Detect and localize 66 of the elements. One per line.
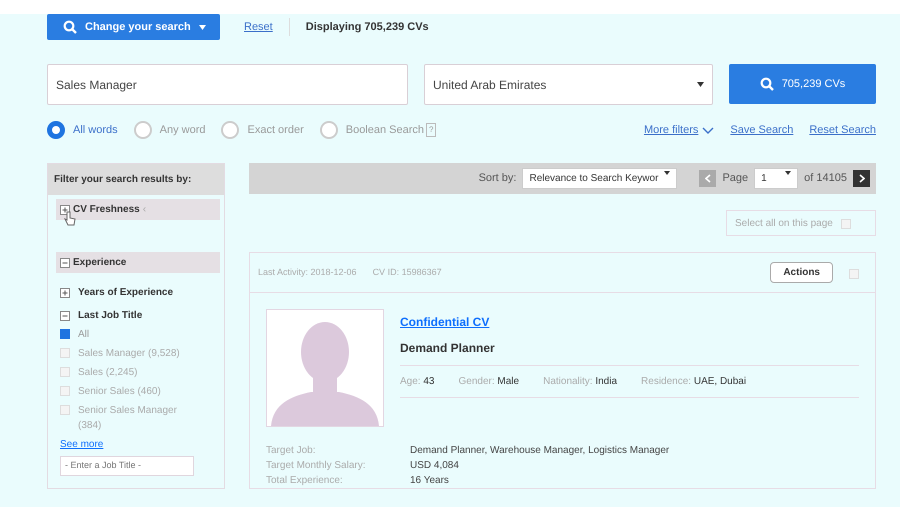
more-filters-link[interactable]: More filters [644,122,698,138]
search-button[interactable]: 705,239 CVs [729,64,876,104]
collapse-icon[interactable] [60,258,70,268]
reset-link[interactable]: Reset [244,18,273,36]
cv-id: CV ID: 15986367 [372,266,442,279]
expand-icon[interactable] [60,288,70,298]
page-select[interactable]: 1 [754,168,798,189]
actions-button[interactable]: Actions [770,262,833,283]
job-title-field[interactable]: - Enter a Job Title - [60,456,194,476]
cursor-icon [64,211,76,226]
search-link[interactable]: Reset Search [809,122,876,138]
detail-label: Target Monthly Salary: [266,459,366,473]
sort-label: Sort by: [478,171,516,186]
detail-label: Target Job: [266,444,316,458]
radio-button[interactable] [221,121,240,139]
option-label: Senior Sales (460) [78,385,162,399]
search-icon [760,77,774,91]
candidate-fact: Gender: Male [458,375,520,389]
radio-button[interactable] [134,121,152,139]
section-header[interactable]: Experience [56,252,220,273]
expand-icon[interactable] [60,204,70,214]
option-label: Boolean Search [346,122,424,138]
option-label: All [78,328,90,342]
candidate-name-link[interactable]: Confidential CV [400,313,859,331]
search-icon [63,20,77,34]
option-label: Any word [160,122,206,138]
subsection-header[interactable]: Years of Experience [60,285,220,300]
chevron-left-icon [704,174,711,183]
chevron-down-icon [702,126,714,134]
sort-select[interactable]: Relevance to Search Keywor [522,168,678,189]
option-label: All words [73,122,118,138]
candidate-fact: Residence: UAE, Dubai [641,375,746,389]
displaying-count: Displaying 705,239 CVs [306,20,429,35]
radio-button[interactable] [320,121,338,139]
dropdown-caret-icon [697,82,704,87]
chevron-right-icon [858,174,864,183]
dropdown-caret-icon [785,171,792,175]
detail-value: 16 Years [410,474,449,488]
option-label: Sales Manager (9,528) [78,347,181,361]
dropdown-caret-icon [664,171,670,175]
radio-button[interactable] [47,121,65,139]
detail-label: Total Experience: [266,474,344,488]
arrow-icon: ‹ [142,202,146,217]
caret-down-icon [198,24,206,30]
next-page-button[interactable] [853,170,870,187]
page-total: of 14105 [804,171,847,186]
keyword-field[interactable]: Sales Manager [47,64,408,105]
detail-value: USD 4,084 [410,459,459,473]
option-label: Exact order [247,122,304,138]
see-more-link[interactable]: See more [60,437,220,452]
subsection-header[interactable]: Last Job Title [60,308,220,323]
candidate-fact: Age: 43 [400,375,434,389]
search-link[interactable]: Save Search [730,122,794,138]
option-label: Senior Sales Manager (384) [78,404,178,433]
filter-panel-title: Filter your search results by: [48,164,224,195]
option-label: Sales (2,245) [78,366,138,380]
page-label: Page [722,171,748,186]
last-activity: Last Activity: 2018-12-06 [258,266,357,279]
country-select[interactable]: United Arab Emirates [424,64,713,105]
candidate-fact: Nationality: India [543,375,618,389]
detail-value: Demand Planner, Warehouse Manager, Logistics Manager [410,444,670,458]
candidate-title: Demand Planner [400,339,859,366]
change-search-button[interactable]: Change your search [47,14,220,40]
collapse-icon[interactable] [60,310,70,320]
checkbox[interactable] [60,329,70,339]
help-icon: ? [426,123,436,137]
